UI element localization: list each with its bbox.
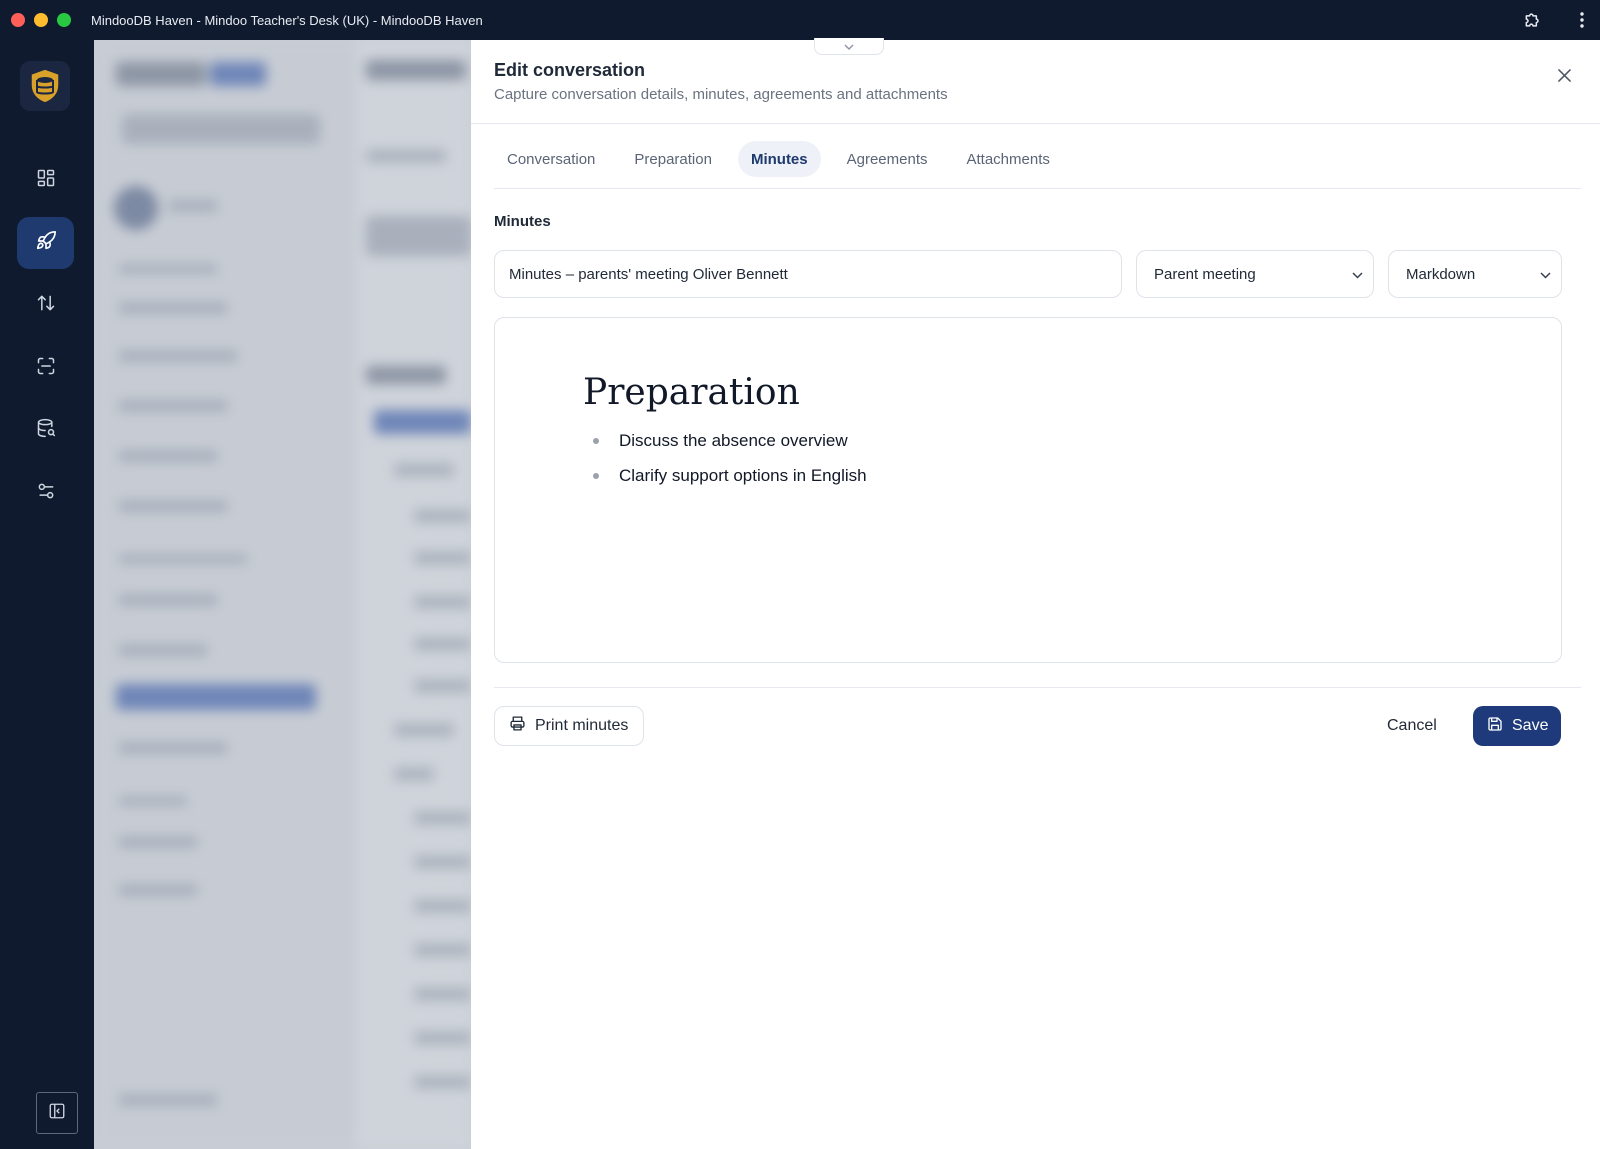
scan-icon [36, 356, 56, 381]
rail-dashboard-button[interactable] [17, 154, 74, 206]
print-minutes-label: Print minutes [535, 717, 629, 734]
chevron-down-icon [1352, 266, 1363, 283]
minimize-window-button[interactable] [34, 13, 48, 27]
editor-heading: Preparation [583, 372, 800, 413]
background-app-blurred [94, 40, 471, 1149]
sidebar-toggle-button[interactable] [36, 1092, 78, 1134]
list-item: Clarify support options in English [591, 464, 867, 499]
panel-header: Edit conversation Capture conversation d… [471, 40, 1600, 124]
window-title: MindooDB Haven - Mindoo Teacher's Desk (… [91, 12, 483, 28]
sidebar-toggle-icon [48, 1102, 66, 1125]
traffic-lights [11, 13, 71, 27]
tab-preparation[interactable]: Preparation [621, 141, 725, 177]
panel-subtitle: Capture conversation details, minutes, a… [494, 86, 948, 103]
rail-database-button[interactable] [17, 404, 74, 456]
chevron-down-icon [1540, 266, 1551, 283]
rail-settings-button[interactable] [17, 467, 74, 519]
editor-bullet-list: Discuss the absence overview Clarify sup… [591, 429, 867, 499]
conversation-tabs: Conversation Preparation Minutes Agreeme… [494, 141, 1581, 189]
footer-divider [494, 687, 1581, 688]
tab-attachments[interactable]: Attachments [954, 141, 1063, 177]
minutes-title-value: Minutes – parents' meeting Oliver Bennet… [509, 265, 788, 283]
rail-launch-button[interactable] [17, 217, 74, 269]
close-window-button[interactable] [11, 13, 25, 27]
rail-scan-button[interactable] [17, 342, 74, 394]
sliders-icon [36, 481, 56, 506]
panel-title: Edit conversation [494, 60, 646, 80]
save-icon [1487, 716, 1503, 737]
tab-agreements[interactable]: Agreements [834, 141, 941, 177]
database-search-icon [36, 418, 56, 443]
save-button[interactable]: Save [1473, 706, 1561, 746]
close-icon [1557, 69, 1571, 87]
format-value: Markdown [1406, 265, 1476, 283]
format-select[interactable]: Markdown [1388, 250, 1562, 298]
rocket-icon [35, 230, 57, 257]
print-minutes-button[interactable]: Print minutes [494, 706, 644, 746]
sort-arrows-icon [36, 293, 56, 318]
conversation-type-select[interactable]: Parent meeting [1136, 250, 1374, 298]
app-logo [20, 61, 70, 111]
extension-icon[interactable] [1522, 9, 1544, 31]
dashboard-grid-icon [36, 168, 56, 193]
window-titlebar: MindooDB Haven - Mindoo Teacher's Desk (… [0, 0, 1600, 40]
list-item: Discuss the absence overview [591, 429, 867, 464]
save-label: Save [1512, 717, 1549, 734]
more-vertical-icon[interactable] [1574, 9, 1590, 31]
printer-icon [509, 715, 526, 737]
rail-sync-button[interactable] [17, 279, 74, 331]
nav-rail [0, 40, 94, 1149]
section-label-minutes: Minutes [494, 213, 551, 230]
minutes-title-input[interactable]: Minutes – parents' meeting Oliver Bennet… [494, 250, 1122, 298]
cancel-button[interactable]: Cancel [1387, 706, 1437, 746]
tab-minutes[interactable]: Minutes [737, 141, 821, 177]
tab-conversation[interactable]: Conversation [494, 141, 608, 177]
maximize-window-button[interactable] [57, 13, 71, 27]
conversation-type-value: Parent meeting [1154, 265, 1256, 283]
minutes-editor[interactable]: Preparation Discuss the absence overview… [494, 317, 1562, 663]
close-panel-button[interactable] [1554, 68, 1574, 88]
edit-conversation-panel: Edit conversation Capture conversation d… [471, 38, 1600, 1149]
